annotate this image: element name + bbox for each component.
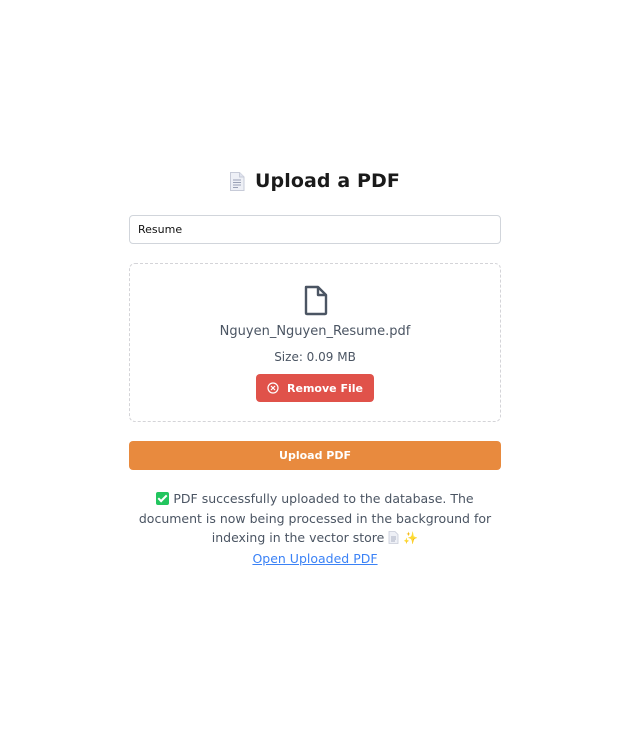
document-name-input[interactable]	[129, 215, 501, 244]
page-header: Upload a PDF	[0, 170, 629, 192]
page-emoji-icon	[388, 531, 399, 544]
file-dropzone[interactable]: Nguyen_Nguyen_Resume.pdf Size: 0.09 MB R…	[129, 263, 501, 422]
sparkles-icon: ✨	[403, 531, 419, 545]
remove-file-label: Remove File	[287, 381, 363, 395]
page-document-icon	[230, 171, 245, 191]
upload-page: Upload a PDF Nguyen_Nguyen_Resume.pdf Si…	[0, 0, 629, 729]
checkmark-box-icon	[156, 492, 170, 505]
selected-file-size: Size: 0.09 MB	[274, 350, 356, 364]
open-uploaded-pdf-link[interactable]: Open Uploaded PDF	[252, 551, 377, 566]
circle-x-icon	[267, 382, 279, 394]
remove-file-button[interactable]: Remove File	[256, 374, 374, 402]
page-title: Upload a PDF	[255, 170, 400, 192]
upload-status-message: PDF successfully uploaded to the databas…	[129, 489, 501, 568]
upload-pdf-button[interactable]: Upload PDF	[129, 441, 501, 470]
selected-file-name: Nguyen_Nguyen_Resume.pdf	[219, 324, 411, 339]
status-text: PDF successfully uploaded to the databas…	[138, 491, 492, 545]
file-icon	[304, 285, 328, 316]
